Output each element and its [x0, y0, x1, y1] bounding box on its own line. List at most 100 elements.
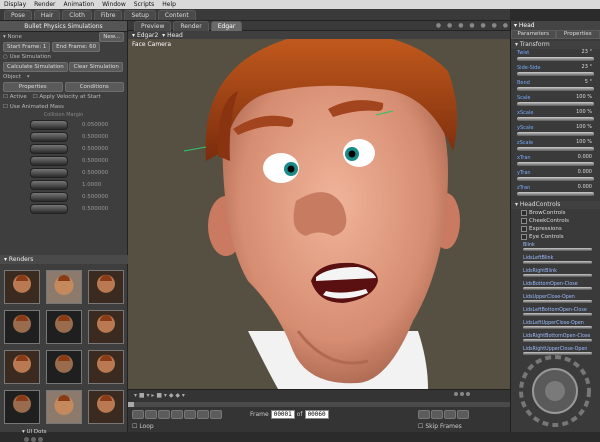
total-frames-field[interactable]: 00060 [305, 410, 329, 419]
tab-conditions[interactable]: Conditions [65, 82, 125, 92]
view-control-icons[interactable]: ● ● ● ● ● ● ● [436, 22, 510, 29]
control-group[interactable]: CheekControls [511, 217, 600, 225]
object-selector[interactable]: None [8, 34, 22, 40]
dial-knob[interactable] [30, 180, 68, 190]
dial-value[interactable]: 0.500000 [82, 134, 108, 140]
head-controls-section[interactable]: ▾ HeadControls [511, 201, 600, 209]
param-value[interactable]: 0.000 [578, 169, 592, 175]
stop-button[interactable] [171, 410, 183, 419]
dial-value[interactable]: 0.050000 [82, 122, 108, 128]
menu-window[interactable]: Window [98, 1, 130, 8]
control-group[interactable]: BrowControls [511, 209, 600, 217]
timeline-track[interactable] [128, 402, 510, 407]
dial-knob[interactable] [30, 132, 68, 142]
param-value[interactable]: 0.000 [578, 184, 592, 190]
render-thumbnail[interactable] [88, 270, 124, 304]
param-value[interactable]: 100 % [576, 109, 592, 115]
play-button[interactable] [184, 410, 196, 419]
apply-velocity-checkbox[interactable]: ☐ [33, 94, 40, 100]
param-slider[interactable] [517, 162, 594, 166]
prev-frame-button[interactable] [158, 410, 170, 419]
lid-slider[interactable] [523, 326, 592, 329]
tab-content[interactable]: Content [158, 10, 196, 20]
tab-hair[interactable]: Hair [34, 10, 60, 20]
control-group[interactable]: Eye Controls [511, 233, 600, 241]
last-frame-button[interactable] [210, 410, 222, 419]
render-thumbnail[interactable] [88, 390, 124, 424]
param-slider[interactable] [517, 57, 594, 61]
render-thumbnail[interactable] [46, 310, 82, 344]
dial-value[interactable]: 0.500000 [82, 158, 108, 164]
render-thumbnail[interactable] [46, 390, 82, 424]
render-thumbnail[interactable] [46, 350, 82, 384]
param-slider[interactable] [517, 177, 594, 181]
calculate-simulation-button[interactable]: Calculate Simulation [3, 62, 68, 72]
param-value[interactable]: 5 ° [585, 79, 592, 85]
param-value[interactable]: 100 % [576, 94, 592, 100]
dial-knob[interactable] [30, 144, 68, 154]
next-frame-button[interactable] [197, 410, 209, 419]
next-keyframe-button[interactable] [431, 410, 443, 419]
param-value[interactable]: 23 ° [582, 64, 592, 70]
timeline-scrubber[interactable] [128, 402, 134, 407]
lid-slider[interactable] [523, 287, 592, 290]
ui-dot[interactable] [38, 437, 43, 442]
param-slider[interactable] [517, 102, 594, 106]
tab-properties[interactable]: Properties [3, 82, 63, 92]
3d-viewport[interactable]: Face Camera [128, 31, 510, 389]
tab-properties[interactable]: Properties [556, 30, 600, 39]
end-frame-field[interactable]: End Frame: 60 [52, 42, 100, 52]
current-frame-field[interactable]: 00001 [271, 410, 295, 419]
loop-checkbox[interactable]: ☐ [132, 423, 137, 430]
page-dot[interactable] [454, 392, 458, 396]
ui-dot[interactable] [31, 437, 36, 442]
menu-help[interactable]: Help [158, 1, 180, 8]
param-slider[interactable] [517, 192, 594, 196]
lid-slider[interactable] [523, 339, 592, 342]
param-slider[interactable] [517, 117, 594, 121]
ui-dot[interactable] [24, 437, 29, 442]
menu-animation[interactable]: Animation [60, 1, 99, 8]
dial-knob[interactable] [30, 204, 68, 214]
dial-value[interactable]: 0.500000 [82, 170, 108, 176]
chevron-down-icon[interactable]: ▾ [162, 32, 165, 39]
remove-keyframe-button[interactable] [457, 410, 469, 419]
page-dot[interactable] [460, 392, 464, 396]
dial-value[interactable]: 0.500000 [82, 194, 108, 200]
tab-preview[interactable]: Preview [134, 21, 171, 31]
render-thumbnail[interactable] [88, 310, 124, 344]
dial-knob[interactable] [30, 156, 68, 166]
active-checkbox[interactable]: ☐ [3, 94, 10, 100]
lid-slider[interactable] [523, 274, 592, 277]
param-slider[interactable] [517, 87, 594, 91]
prev-keyframe-button[interactable] [418, 410, 430, 419]
lid-slider[interactable] [523, 313, 592, 316]
param-value[interactable]: 100 % [576, 124, 592, 130]
menu-scripts[interactable]: Scripts [130, 1, 159, 8]
dial-value[interactable]: 0.500000 [82, 206, 108, 212]
param-value[interactable]: 23 ° [582, 49, 592, 55]
tab-cloth[interactable]: Cloth [62, 10, 92, 20]
menu-display[interactable]: Display [0, 1, 30, 8]
clear-simulation-button[interactable]: Clear Simulation [69, 62, 122, 72]
menu-render[interactable]: Render [30, 1, 59, 8]
add-keyframe-button[interactable] [444, 410, 456, 419]
object2-selector[interactable]: Object [3, 74, 21, 80]
first-frame-button[interactable] [132, 410, 144, 419]
tab-parameters[interactable]: Parameters [511, 30, 556, 39]
gear-icon[interactable] [513, 351, 599, 431]
lid-slider[interactable] [523, 261, 592, 264]
prev-key-button[interactable] [145, 410, 157, 419]
render-thumbnail[interactable] [4, 350, 40, 384]
camera-selector[interactable]: Edgar2 [137, 32, 158, 39]
viewport-icons[interactable]: ▾ ■ ▾ ▸ ■ ▾ ◆ ◆ ▾ [134, 392, 185, 399]
dial-knob[interactable] [30, 120, 68, 130]
figure-selector[interactable]: Head [167, 32, 183, 39]
chevron-down-icon[interactable]: ▾ [132, 32, 135, 39]
param-slider[interactable] [517, 132, 594, 136]
tab-setup[interactable]: Setup [124, 10, 155, 20]
tab-render[interactable]: Render [173, 21, 208, 31]
dial-value[interactable]: 0.500000 [82, 146, 108, 152]
animated-mass-checkbox[interactable]: ☐ [3, 104, 10, 110]
lid-slider[interactable] [523, 248, 592, 251]
